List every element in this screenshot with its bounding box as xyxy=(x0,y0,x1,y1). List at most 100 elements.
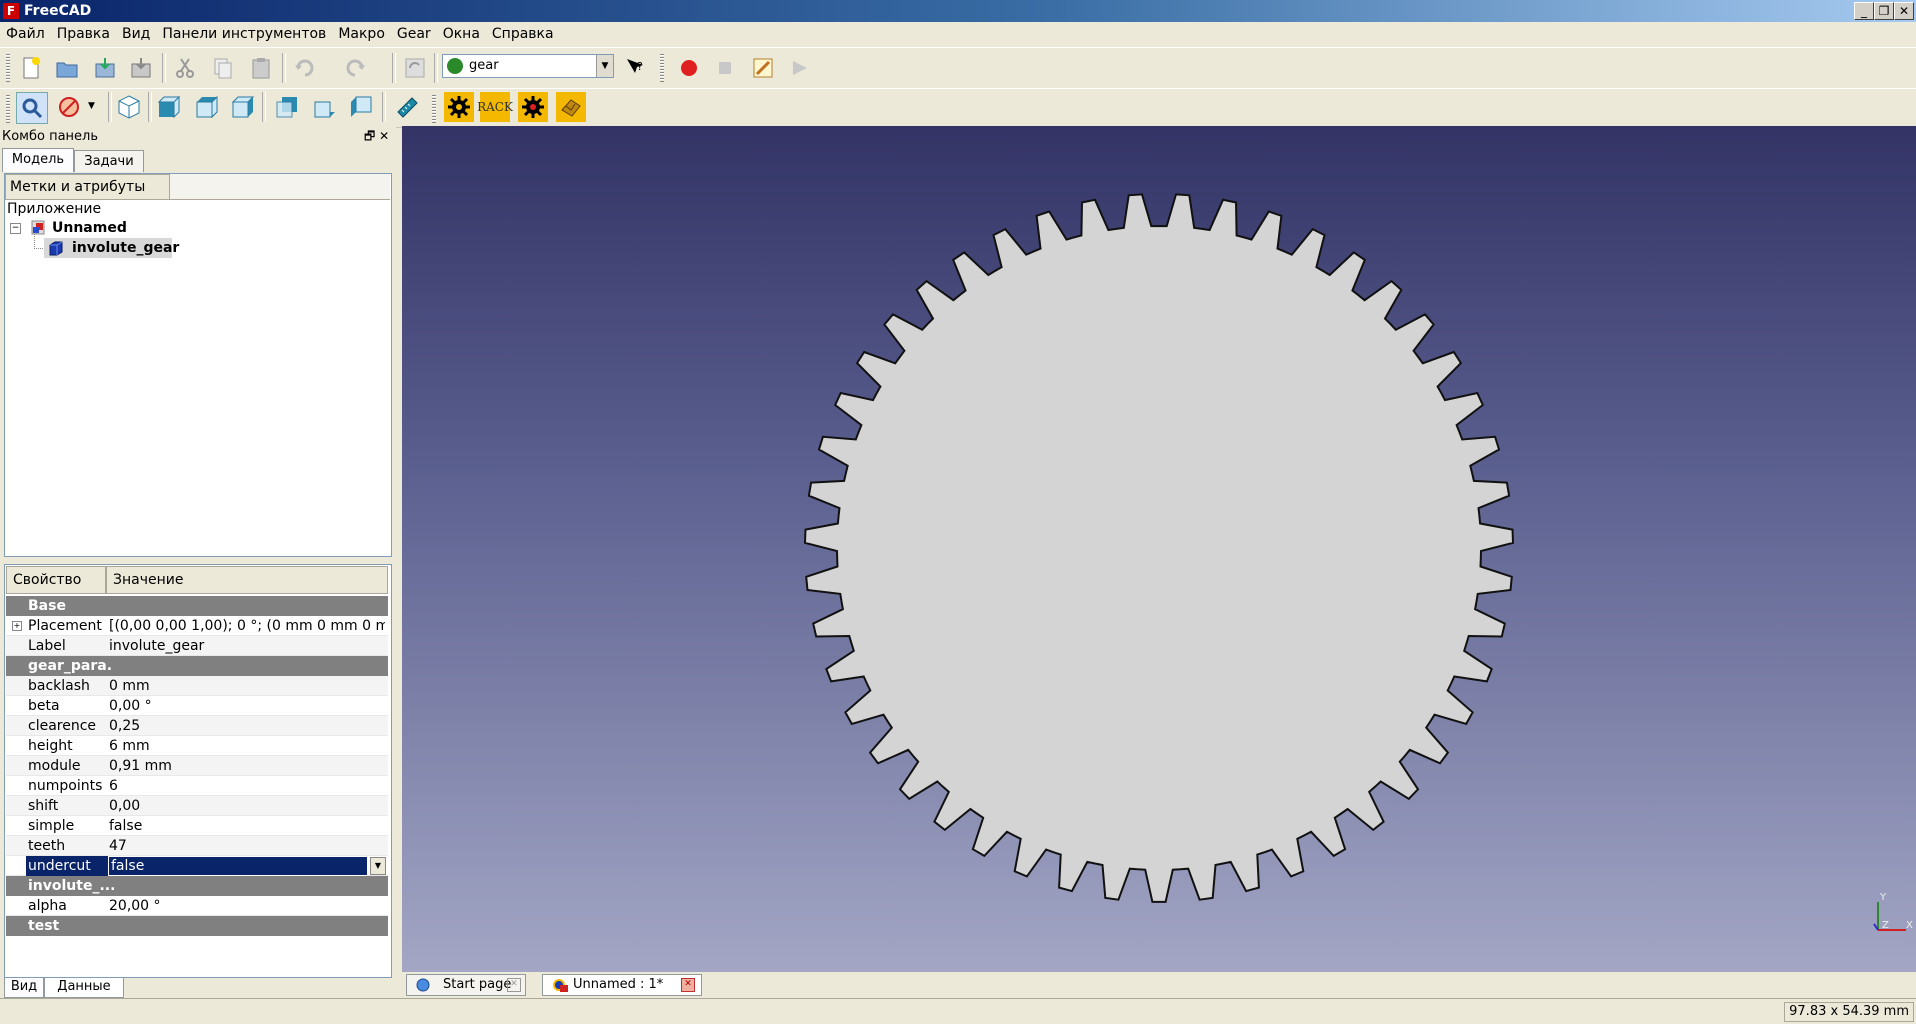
menu-file[interactable]: Файл xyxy=(0,22,51,46)
new-file-icon[interactable] xyxy=(16,53,46,83)
view-front-icon[interactable] xyxy=(154,92,184,122)
3d-view[interactable] xyxy=(402,126,1916,972)
bevel-gear-icon[interactable] xyxy=(556,92,586,122)
property-row[interactable]: backlash 0 mm xyxy=(6,676,388,696)
measure-distance-icon[interactable] xyxy=(392,92,422,122)
value-column-header[interactable]: Значение xyxy=(106,566,388,594)
property-row[interactable]: clearence 0,25 xyxy=(6,716,388,736)
property-value[interactable]: 0,25 xyxy=(109,716,385,736)
involute-gear-shape[interactable] xyxy=(803,193,1515,903)
view-top-icon[interactable] xyxy=(192,92,222,122)
undercut-dropdown-icon[interactable]: ▼ xyxy=(370,857,386,875)
fit-all-icon[interactable] xyxy=(16,92,48,124)
property-group[interactable]: test xyxy=(6,916,388,936)
tree-document[interactable]: Unnamed xyxy=(52,220,127,236)
cycloid-gear-icon[interactable] xyxy=(518,92,548,122)
workbench-selector[interactable]: gear ▼ xyxy=(442,54,614,78)
chevron-down-icon[interactable]: ▼ xyxy=(596,55,613,77)
property-row[interactable]: numpoints 6 xyxy=(6,776,388,796)
property-key: undercut xyxy=(26,856,108,876)
collapse-icon[interactable]: − xyxy=(10,223,21,234)
redo-icon[interactable] xyxy=(340,53,370,83)
tab-data[interactable]: Данные xyxy=(44,978,124,998)
property-row[interactable]: module 0,91 mm xyxy=(6,756,388,776)
property-value[interactable]: 20,00 ° xyxy=(109,896,385,916)
property-value[interactable]: false xyxy=(108,856,368,876)
property-value[interactable]: 0,00 xyxy=(109,796,385,816)
tab-model[interactable]: Модель xyxy=(2,148,74,172)
macro-record-icon[interactable] xyxy=(674,53,704,83)
involute-gear-icon[interactable] xyxy=(444,92,474,122)
refresh-icon[interactable] xyxy=(400,53,430,83)
cut-icon[interactable] xyxy=(170,53,200,83)
property-value[interactable]: false xyxy=(109,816,385,836)
save-as-icon[interactable] xyxy=(126,53,156,83)
property-value[interactable]: 47 xyxy=(109,836,385,856)
float-icon[interactable]: 🗗 xyxy=(364,129,375,143)
property-value[interactable]: [(0,00 0,00 1,00); 0 °; (0 mm 0 mm 0 m..… xyxy=(109,616,385,636)
property-key: numpoints xyxy=(28,778,103,794)
restore-button[interactable]: ❐ xyxy=(1874,2,1894,20)
copy-icon[interactable] xyxy=(208,53,238,83)
minimize-button[interactable]: _ xyxy=(1854,2,1874,20)
draw-style-dropdown-icon[interactable]: ▼ xyxy=(88,101,95,111)
property-row[interactable]: Label involute_gear xyxy=(6,636,388,656)
whats-this-icon[interactable]: ? xyxy=(620,53,650,83)
close-window-button[interactable]: ✕ xyxy=(1894,2,1914,20)
macro-edit-icon[interactable] xyxy=(748,53,778,83)
close-tab-icon[interactable]: ✕ xyxy=(681,978,695,992)
tab-tasks[interactable]: Задачи xyxy=(74,150,144,172)
paste-icon[interactable] xyxy=(246,53,276,83)
property-row[interactable]: + Placement [(0,00 0,00 1,00); 0 °; (0 mm … xyxy=(6,616,388,636)
property-row[interactable]: simple false xyxy=(6,816,388,836)
property-value[interactable]: 6 xyxy=(109,776,385,796)
property-value[interactable]: 0,91 mm xyxy=(109,756,385,776)
macro-stop-icon[interactable] xyxy=(710,53,740,83)
menu-help[interactable]: Справка xyxy=(486,22,560,46)
property-row[interactable]: ▼ undercut false xyxy=(6,856,388,876)
open-folder-icon[interactable] xyxy=(52,53,82,83)
tab-start-page[interactable]: Start page ✕ xyxy=(406,974,526,996)
status-bar xyxy=(0,998,1916,1024)
save-icon[interactable] xyxy=(90,53,120,83)
property-group-label: gear_para. xyxy=(28,658,113,674)
tree-object[interactable]: involute_gear xyxy=(72,240,179,256)
tab-view[interactable]: Вид xyxy=(4,978,44,998)
view-left-icon[interactable] xyxy=(346,92,376,122)
property-row[interactable]: teeth 47 xyxy=(6,836,388,856)
tab-unnamed[interactable]: Unnamed : 1* ✕ xyxy=(542,974,702,996)
close-icon[interactable]: ✕ xyxy=(379,129,389,143)
view-right-icon[interactable] xyxy=(228,92,258,122)
property-group-label: Base xyxy=(28,598,66,614)
property-row[interactable]: alpha 20,00 ° xyxy=(6,896,388,916)
property-value[interactable]: 0,00 ° xyxy=(109,696,385,716)
property-value[interactable]: 6 mm xyxy=(109,736,385,756)
view-rear-icon[interactable] xyxy=(272,92,302,122)
property-column-header[interactable]: Свойство xyxy=(6,566,106,594)
view-isometric-icon[interactable] xyxy=(114,92,144,122)
undo-icon[interactable] xyxy=(290,53,320,83)
property-value[interactable]: involute_gear xyxy=(109,636,385,656)
menu-gear[interactable]: Gear xyxy=(391,22,437,46)
macro-run-icon[interactable] xyxy=(784,53,814,83)
menu-toolbars[interactable]: Панели инструментов xyxy=(156,22,332,46)
property-group[interactable]: involute_... xyxy=(6,876,388,896)
menu-macro[interactable]: Макро xyxy=(332,22,391,46)
property-group[interactable]: gear_para. xyxy=(6,656,388,676)
expand-icon[interactable]: + xyxy=(12,621,22,631)
menu-view[interactable]: Вид xyxy=(116,22,156,46)
menu-windows[interactable]: Окна xyxy=(437,22,486,46)
property-group[interactable]: Base xyxy=(6,596,388,616)
tree-header[interactable]: Метки и атрибуты xyxy=(5,174,170,200)
draw-style-icon[interactable] xyxy=(54,92,84,122)
rack-icon[interactable]: RACK xyxy=(477,92,513,122)
view-bottom-icon[interactable] xyxy=(310,92,340,122)
close-tab-icon[interactable]: ✕ xyxy=(507,978,521,992)
property-row[interactable]: shift 0,00 xyxy=(6,796,388,816)
property-key: shift xyxy=(28,798,59,814)
property-value[interactable]: 0 mm xyxy=(109,676,385,696)
property-row[interactable]: height 6 mm xyxy=(6,736,388,756)
menu-edit[interactable]: Правка xyxy=(51,22,116,46)
property-row[interactable]: beta 0,00 ° xyxy=(6,696,388,716)
property-group-label: test xyxy=(28,918,60,934)
